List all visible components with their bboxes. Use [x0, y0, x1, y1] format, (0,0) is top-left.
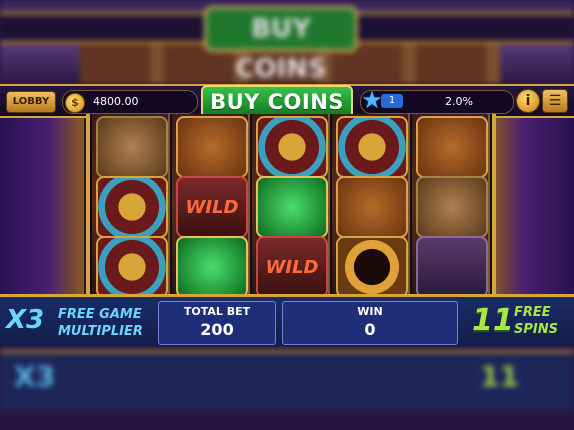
level-progress: ★ 1 2.0% — [360, 87, 514, 114]
total-bet-panel[interactable]: TOTAL BET 200 — [158, 301, 276, 345]
free-game-multiplier: X3 FREE GAME MULTIPLIER — [6, 303, 156, 343]
menu-icon[interactable]: ☰ — [542, 89, 568, 113]
top-bar: LOBBY $ 4800.00 BUY COINS ★ 1 2.0% i ☰ — [0, 84, 574, 119]
coin-balance-value: 4800.00 — [93, 95, 139, 108]
emerald-symbol — [176, 236, 248, 298]
total-bet-value: 200 — [200, 320, 234, 339]
slot-game-frame: LOBBY $ 4800.00 BUY COINS ★ 1 2.0% i ☰ W… — [0, 84, 574, 346]
level-number: 1 — [381, 94, 403, 108]
reel-2: WILD — [172, 114, 250, 298]
win-panel: WIN 0 — [282, 301, 458, 345]
bottom-bar: X3 FREE GAME MULTIPLIER TOTAL BET 200 WI… — [0, 294, 574, 346]
coin-icon: $ — [65, 93, 85, 113]
free-spins-value: 11 — [472, 303, 514, 338]
emerald-symbol — [256, 176, 328, 238]
free-spins-line2: SPINS — [514, 322, 558, 337]
total-bet-label: TOTAL BET — [183, 305, 251, 318]
blurred-multiplier: X3 — [14, 360, 56, 393]
reel-grid: WILD WILD — [86, 114, 496, 298]
wheel-symbol — [96, 236, 168, 298]
coin-balance: $ 4800.00 — [62, 90, 198, 114]
money-bag-symbol — [416, 176, 488, 238]
win-value: 0 — [364, 320, 376, 339]
reel-1 — [92, 114, 170, 298]
blurred-buy-coins: BUY COINS — [204, 6, 358, 84]
wheel-symbol — [96, 176, 168, 238]
lobby-button[interactable]: LOBBY — [6, 91, 56, 113]
reel-5 — [412, 114, 490, 298]
blurred-background-bottom: X3 11 — [0, 342, 574, 430]
multiplier-line2: MULTIPLIER — [58, 324, 143, 339]
free-spins-line1: FREE — [514, 305, 551, 320]
wild-symbol: WILD — [256, 236, 328, 298]
ring-symbol — [336, 236, 408, 298]
info-icon[interactable]: i — [516, 89, 540, 113]
mask-symbol — [416, 116, 488, 178]
wheel-symbol — [256, 116, 328, 178]
multiplier-value: X3 — [6, 305, 45, 335]
mask-symbol — [176, 116, 248, 178]
blurred-free-spins: 11 — [480, 360, 519, 393]
free-spins: 11 FREE SPINS — [466, 301, 570, 345]
reel-3: WILD — [252, 114, 330, 298]
wild-symbol: WILD — [176, 176, 248, 238]
mask-symbol — [336, 176, 408, 238]
reel-4 — [332, 114, 410, 298]
multiplier-line1: FREE GAME — [58, 307, 142, 322]
win-label: WIN — [357, 305, 383, 318]
blurred-background-top: BUY COINS — [0, 0, 574, 84]
wheel-symbol — [336, 116, 408, 178]
level-progress-percent: 2.0% — [445, 95, 473, 108]
money-bag-symbol — [96, 116, 168, 178]
snake-symbol — [416, 236, 488, 298]
